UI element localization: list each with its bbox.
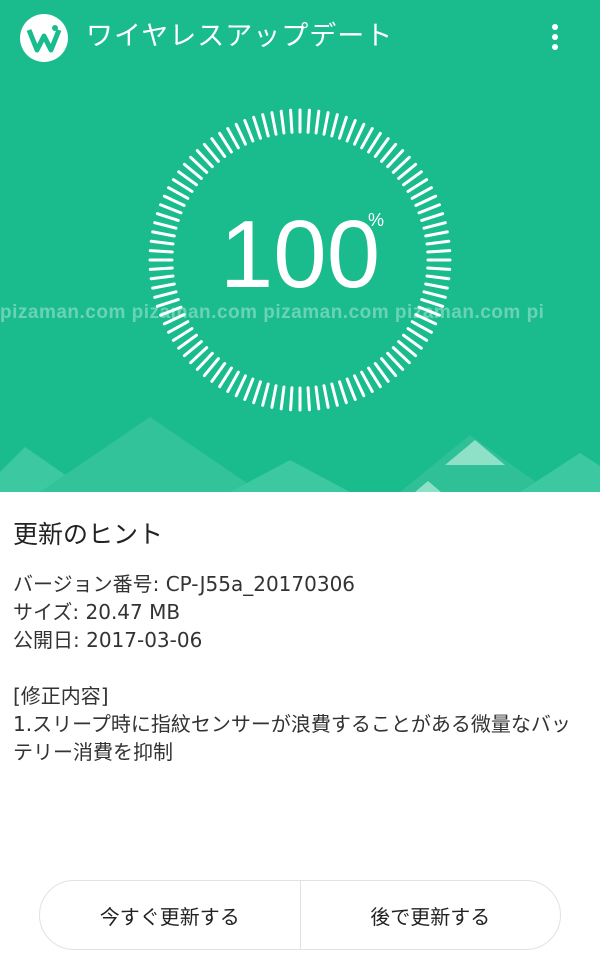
gauge-tick [322,384,330,409]
gauge-tick [314,385,321,411]
gauge-tick [226,127,240,150]
gauge-tick [234,122,247,146]
gauge-tick [270,111,278,136]
version-number: バージョン番号: CP-J55a_20170306 [13,572,356,596]
gauge-tick [252,115,262,140]
gauge-tick [171,178,194,193]
gauge-tick [353,122,366,146]
hint-title: 更新のヒント [13,520,164,549]
gauge-tick [345,119,357,143]
update-hint-panel: 更新のヒント バージョン番号: CP-J55a_20170306 サイズ: 20… [13,518,588,766]
gauge-tick [367,131,382,154]
gauge-tick [289,108,294,134]
gauge-tick [330,382,339,407]
gauge-tick [234,374,247,398]
gauge-tick [406,327,429,342]
gauge-tick [218,366,233,389]
gauge-tick [360,127,374,150]
gauge-tick [353,374,366,398]
gauge-tick [279,385,286,411]
gauge-tick [279,109,286,135]
gauge-tick [322,111,330,136]
gauge-tick [360,370,374,393]
gauge-tick [406,178,429,193]
gauge-tick [270,384,278,409]
gauge-tick [261,382,270,407]
gauge-tick [330,113,339,138]
app-bar: ワイヤレスアップデート [0,0,600,72]
gauge-tick [306,386,311,412]
gauge-tick [410,186,433,200]
gauge-tick [218,131,233,154]
gauge-tick [338,115,348,140]
more-vert-icon[interactable] [540,18,570,58]
gauge-tick [243,119,255,143]
gauge-tick [338,380,348,405]
progress-value: 100 [219,201,381,308]
changes-body: 1.スリープ時に指紋センサーが浪費することがある微量なバッテリー消費を抑制 [13,712,571,764]
changes-header: [修正内容] [13,684,109,708]
progress-unit: % [368,210,385,230]
app-title: ワイヤレスアップデート [86,21,394,52]
gauge-tick [261,113,270,138]
mountains-decoration [0,417,600,492]
gauge-tick [345,377,357,401]
gauge-tick [243,377,255,401]
file-size: サイズ: 20.47 MB [13,600,181,624]
gauge-tick [226,370,240,393]
gauge-tick [252,380,262,405]
gauge-tick [171,327,194,342]
update-now-button[interactable]: 今すぐ更新する [40,881,300,949]
update-later-button[interactable]: 後で更新する [301,881,561,949]
action-button-group: 今すぐ更新する 後で更新する [39,880,561,950]
wireless-update-logo-icon [20,14,68,62]
hero-section: ワイヤレスアップデート 100 % pizaman.com pizaman.co… [0,0,600,492]
gauge-tick [289,386,294,412]
watermark-text: pizaman.com pizaman.com pizaman.com piza… [0,302,545,323]
gauge-tick [167,186,190,200]
gauge-tick [367,366,382,389]
gauge-tick [306,108,311,134]
release-date: 公開日: 2017-03-06 [13,628,203,652]
gauge-tick [314,109,321,135]
